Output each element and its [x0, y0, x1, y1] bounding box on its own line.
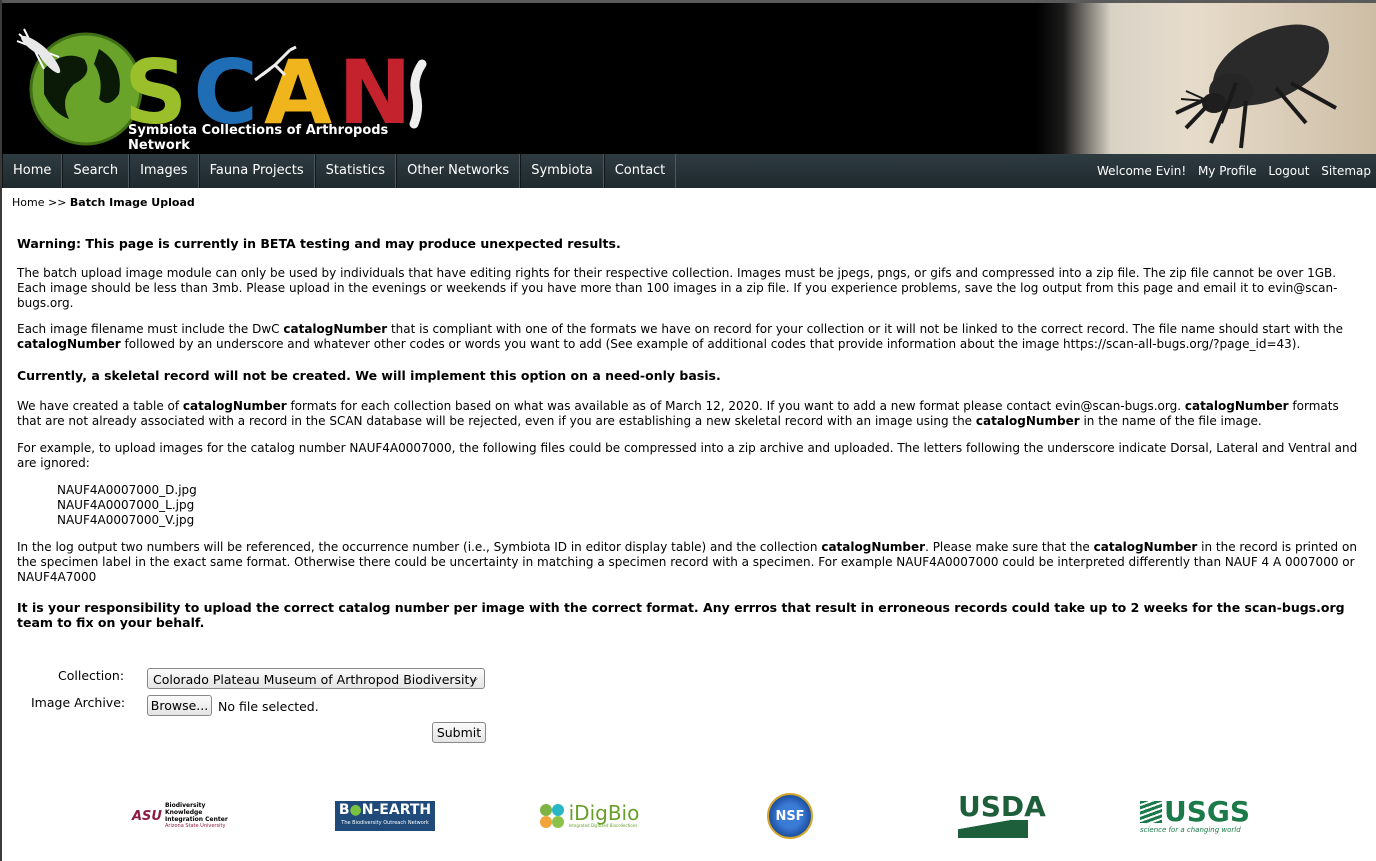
bon-earth-logo[interactable]: B●N-EARTH The Biodiversity Outreach Netw…	[335, 793, 435, 839]
beetle-photo	[1036, 3, 1376, 154]
submit-button[interactable]: Submit	[432, 722, 486, 743]
bon-earth-b: B	[338, 802, 350, 818]
skeletal-notice: Currently, a skeletal record will not be…	[17, 368, 721, 383]
catalognumber-term: catalogNumber	[975, 414, 1080, 428]
text-span: Each image filename must include the DwC	[17, 322, 284, 336]
asu-line1: Biodiversity Knowledge	[164, 802, 206, 816]
logout-link[interactable]: Logout	[1268, 164, 1309, 178]
breadcrumb-current: Batch Image Upload	[69, 196, 195, 209]
nav-symbiota[interactable]: Symbiota	[520, 154, 604, 188]
list-item: NAUF4A0007000_L.jpg	[57, 498, 195, 512]
chevron-down-icon: ⌵	[470, 674, 478, 685]
beetle-icon	[1175, 24, 1337, 149]
nav-fauna-projects[interactable]: Fauna Projects	[198, 154, 315, 188]
catalognumber-term: catalogNumber	[1184, 399, 1289, 413]
text-span: . Please make sure that the	[925, 540, 1094, 554]
list-item: NAUF4A0007000_V.jpg	[57, 513, 195, 527]
asu-line2: Integration Center	[164, 816, 228, 823]
example-paragraph: For example, to upload images for the ca…	[17, 441, 1358, 470]
nav-home[interactable]: Home	[2, 154, 63, 188]
caterpillar-icon	[409, 59, 427, 129]
asu-line3: Arizona State University	[164, 823, 226, 829]
collection-select[interactable]: Colorado Plateau Museum of Arthropod Bio…	[147, 668, 485, 689]
catalognumber-term: catalogNumber	[17, 337, 121, 351]
idigbio-subtitle: Integrated Digitized Biocollections	[568, 823, 638, 828]
breadcrumb: Home >> Batch Image Upload	[12, 196, 195, 209]
main-content: Warning: This page is currently in BETA …	[17, 236, 1361, 630]
log-output-paragraph: In the log output two numbers will be re…	[17, 540, 1361, 585]
nav-contact[interactable]: Contact	[603, 154, 677, 188]
my-profile-link[interactable]: My Profile	[1198, 164, 1257, 178]
text-span: We have created a table of	[17, 399, 183, 413]
breadcrumb-home[interactable]: Home	[12, 196, 44, 209]
welcome-text: Welcome Evin!	[1096, 164, 1187, 178]
usgs-subtitle: science for a changing world	[1139, 825, 1241, 834]
beta-warning: Warning: This page is currently in BETA …	[17, 236, 621, 251]
intro-paragraph: The batch upload image module can only b…	[17, 266, 1338, 310]
nav-search[interactable]: Search	[62, 154, 130, 188]
site-header: SCAN Symbiota Collections of Arthropods …	[2, 3, 1376, 154]
list-item: NAUF4A0007000_D.jpg	[57, 483, 197, 497]
text-span: in the name of the file image.	[1079, 414, 1262, 428]
breadcrumb-separator: >>	[47, 196, 67, 209]
idigbio-logo[interactable]: iDigBio Integrated Digitized Biocollecti…	[536, 793, 640, 839]
bon-earth-text: N-EARTH	[361, 802, 432, 818]
nav-other-networks[interactable]: Other Networks	[396, 154, 521, 188]
catalognumber-term: catalogNumber	[182, 399, 287, 413]
text-span: formats for each collection based on wha…	[286, 399, 1185, 413]
usgs-wave-icon	[1139, 800, 1162, 823]
nav-images[interactable]: Images	[129, 154, 199, 188]
responsibility-notice: It is your responsibility to upload the …	[17, 600, 1345, 630]
idigbio-leaf-icon	[539, 804, 564, 828]
scan-logo[interactable]: SCAN Symbiota Collections of Arthropods …	[14, 19, 434, 153]
collection-selected-value: Colorado Plateau Museum of Arthropod Bio…	[153, 672, 477, 687]
bon-earth-subtitle: The Biodiversity Outreach Network	[341, 820, 429, 826]
image-archive-label: Image Archive:	[31, 695, 126, 710]
main-nav: Home Search Images Fauna Projects Statis…	[2, 154, 1376, 188]
catalognumber-term: catalogNumber	[1093, 540, 1198, 554]
nsf-seal: NSF	[767, 793, 813, 839]
globe-icon: ●	[349, 802, 362, 818]
nsf-logo[interactable]: NSF	[765, 793, 815, 839]
example-file-list: NAUF4A0007000_D.jpg NAUF4A0007000_L.jpg …	[57, 483, 1361, 528]
text-span: that is compliant with one of the format…	[387, 322, 1343, 336]
usda-logo[interactable]: USDA	[957, 790, 1046, 839]
asu-mark: ASU	[132, 808, 162, 824]
usgs-logo[interactable]: USGS science for a changing world	[1139, 793, 1250, 839]
idigbio-wordmark: iDigBio	[568, 801, 640, 825]
usda-wordmark: USDA	[958, 790, 1046, 823]
asu-bkic-logo[interactable]: ASU Biodiversity Knowledge Integration C…	[132, 793, 234, 839]
usgs-wordmark: USGS	[1163, 794, 1251, 828]
catalognumber-term: catalogNumber	[821, 540, 926, 554]
user-menu: Welcome Evin! My Profile Logout Sitemap	[1089, 154, 1371, 188]
sitemap-link[interactable]: Sitemap	[1321, 164, 1371, 178]
catalognumber-term: catalogNumber	[283, 322, 388, 336]
filename-paragraph: Each image filename must include the DwC…	[17, 322, 1361, 352]
nav-statistics[interactable]: Statistics	[314, 154, 397, 188]
text-span: In the log output two numbers will be re…	[17, 540, 822, 554]
mantis-icon	[254, 45, 297, 82]
browse-button[interactable]: Browse...	[147, 695, 212, 716]
formats-paragraph: We have created a table of catalogNumber…	[17, 399, 1361, 429]
file-status: No file selected.	[218, 699, 319, 714]
logo-subtitle: Symbiota Collections of Arthropods Netwo…	[128, 123, 389, 153]
collection-label: Collection:	[58, 668, 125, 683]
text-span: followed by an underscore and whatever o…	[120, 337, 1301, 351]
